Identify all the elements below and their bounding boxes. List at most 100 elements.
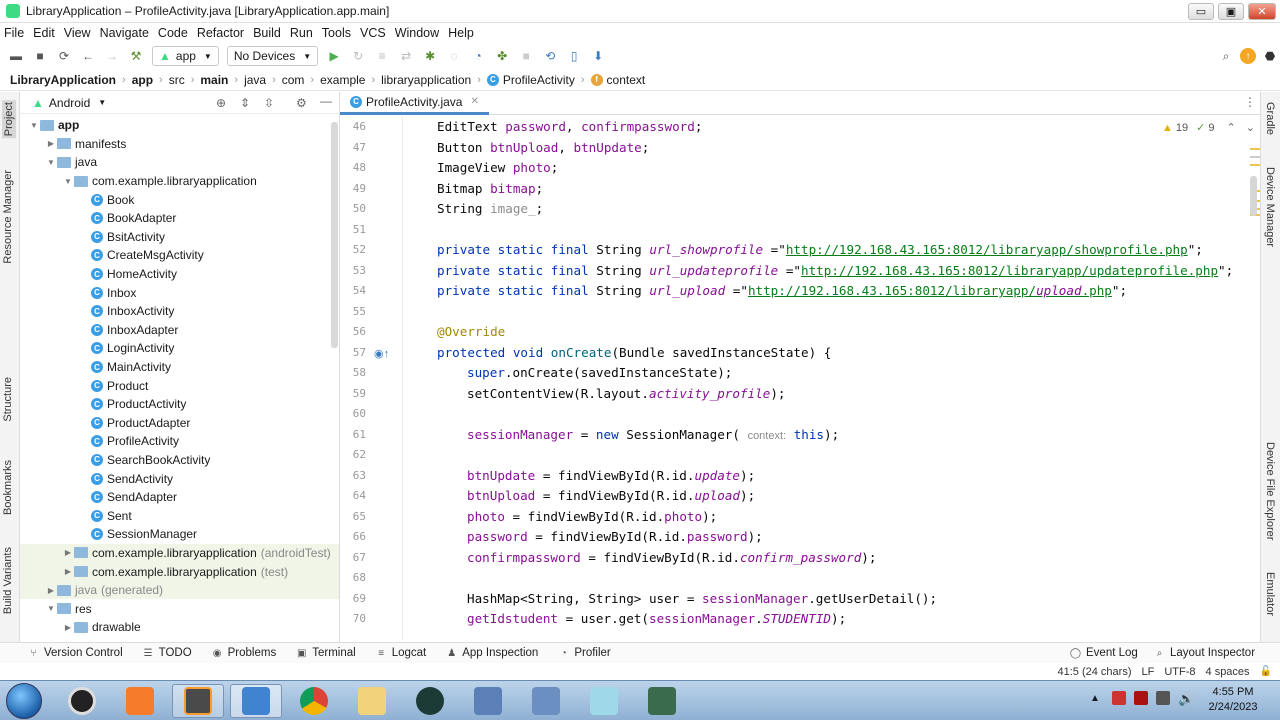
menu-edit[interactable]: Edit [33,26,55,40]
taskbar-app-network[interactable] [462,684,514,718]
taskbar-app-nox[interactable] [404,684,456,718]
tree-item[interactable]: C InboxAdapter [20,321,339,340]
search-icon[interactable]: ⌕ [1218,48,1234,64]
menu-vcs[interactable]: VCS [360,26,386,40]
tree-item[interactable]: ▶ manifests [20,135,339,154]
settings-icon[interactable]: ⬣ [1262,48,1278,64]
version-control-tab[interactable]: ⑂ Version Control [28,647,123,659]
tree-item[interactable]: C LoginActivity [20,339,339,358]
bookmarks-tab[interactable]: Bookmarks [2,460,14,515]
profiler-tab[interactable]: ◔ Profiler [558,647,611,659]
file-encoding[interactable]: UTF-8 [1164,666,1195,678]
taskbar-app-recorder[interactable] [636,684,688,718]
terminal-tab[interactable]: ▣ Terminal [296,647,356,659]
tree-item[interactable]: C HomeActivity [20,265,339,284]
collapse-all-icon[interactable]: ⇳ [264,96,274,110]
chevron-right-icon[interactable]: ▶ [45,139,57,148]
menu-file[interactable]: File [4,26,24,40]
menu-help[interactable]: Help [448,26,474,40]
crumb-project[interactable]: LibraryApplication [10,73,116,87]
tree-item[interactable]: C Product [20,376,339,395]
tree-item[interactable]: ▶ drawable [20,618,339,637]
open-folder-icon[interactable]: ▬ [8,48,24,64]
chevron-down-icon[interactable]: ▼ [62,177,74,186]
crumb-field[interactable]: context [607,73,646,87]
back-arrow-icon[interactable]: ← [80,48,96,64]
line-separator[interactable]: LF [1142,666,1155,678]
tray-network-icon[interactable] [1112,691,1126,705]
tree-item[interactable]: C SearchBookActivity [20,451,339,470]
crumb-main[interactable]: main [200,73,228,87]
tree-item[interactable]: C InboxActivity [20,302,339,321]
module-selector[interactable]: ▲ app ▼ [152,46,219,66]
menu-code[interactable]: Code [158,26,188,40]
device-manager-tab[interactable]: Device Manager [1264,167,1276,247]
event-log-tab[interactable]: ◯ Event Log [1070,647,1138,659]
close-tab-icon[interactable]: ✕ [470,96,478,107]
tray-volume-icon[interactable]: 🔊 [1178,691,1194,707]
tree-item[interactable]: C MainActivity [20,358,339,377]
system-clock[interactable]: 4:55 PM 2/24/2023 [1200,685,1266,715]
stop-icon[interactable]: ■ [518,48,534,64]
device-file-explorer-tab[interactable]: Device File Explorer [1264,442,1276,540]
tray-security-icon[interactable] [1134,691,1148,705]
menu-view[interactable]: View [64,26,91,40]
menu-run[interactable]: Run [290,26,313,40]
menu-build[interactable]: Build [253,26,281,40]
taskbar-app-keyboard[interactable] [520,684,572,718]
minimize-button[interactable]: ▭ [1188,3,1214,20]
start-button[interactable] [6,683,42,719]
tree-item[interactable]: C ProductAdapter [20,414,339,433]
profile-icon[interactable]: ◔ [470,48,486,64]
taskbar-app-explorer[interactable] [346,684,398,718]
menu-navigate[interactable]: Navigate [100,26,149,40]
attach-debugger-icon[interactable]: ◌ [446,48,462,64]
menu-refactor[interactable]: Refactor [197,26,244,40]
problems-tab[interactable]: ◉ Problems [212,647,276,659]
inspection-widget[interactable]: ▲ 19 ✓ 9 ⌃ ⌄ [1162,121,1255,135]
taskbar-app-c[interactable] [56,684,108,718]
crumb-java[interactable]: java [244,73,266,87]
sync-icon[interactable]: ⟳ [56,48,72,64]
crumb-com[interactable]: com [282,73,305,87]
tree-item[interactable]: C SendActivity [20,469,339,488]
apply-code-changes-icon[interactable]: ⇄ [398,48,414,64]
tree-item[interactable]: C Book [20,190,339,209]
run-icon[interactable]: ▶ [326,48,342,64]
expand-all-icon[interactable]: ⇕ [240,96,250,110]
device-manager-icon[interactable]: ▯ [566,48,582,64]
editor-scrollbar[interactable] [1248,120,1260,640]
tree-item[interactable]: C BsitActivity [20,228,339,247]
chevron-down-icon[interactable]: ▼ [45,158,57,167]
crumb-package[interactable]: libraryapplication [381,73,471,87]
device-selector[interactable]: No Devices ▼ [226,46,319,66]
tree-item[interactable]: ▶ com.example.libraryapplication (test) [20,562,339,581]
taskbar-app-notepad[interactable] [578,684,630,718]
taskbar-app-sublime[interactable] [172,684,224,718]
menu-window[interactable]: Window [395,26,439,40]
locate-icon[interactable]: ⊕ [216,96,226,110]
tree-item[interactable]: C ProfileActivity [20,432,339,451]
code-area[interactable]: EditText password, confirmpassword; Butto… [405,116,1245,640]
menu-tools[interactable]: Tools [322,26,351,40]
tree-item[interactable]: C CreateMsgActivity [20,246,339,265]
tree-item[interactable]: ▼ res [20,599,339,618]
rerun-icon[interactable]: ↻ [350,48,366,64]
tree-item[interactable]: C SessionManager [20,525,339,544]
tree-item[interactable]: ▶ java (generated) [20,580,339,600]
update-icon[interactable]: ↑ [1240,48,1256,64]
layout-inspector-tab[interactable]: ⌕ Layout Inspector [1154,647,1255,659]
todo-tab[interactable]: ☰ TODO [143,647,192,659]
chevron-down-icon[interactable]: ▼ [98,98,106,107]
tree-item[interactable]: ▼ com.example.libraryapplication [20,172,339,191]
build-hammer-icon[interactable]: ⚒ [128,48,144,64]
project-tool-tab[interactable]: Project [2,100,16,139]
crumb-src[interactable]: src [169,73,185,87]
resource-manager-tab[interactable]: Resource Manager [2,170,14,264]
tray-chevron-icon[interactable]: ▲ [1090,693,1100,704]
chevron-right-icon[interactable]: ▶ [62,567,74,576]
caret-position[interactable]: 41:5 (24 chars) [1058,666,1132,678]
lock-icon[interactable]: 🔓 [1260,666,1272,677]
tree-item[interactable]: C ProductActivity [20,395,339,414]
gear-icon[interactable]: ⚙ [296,96,307,110]
